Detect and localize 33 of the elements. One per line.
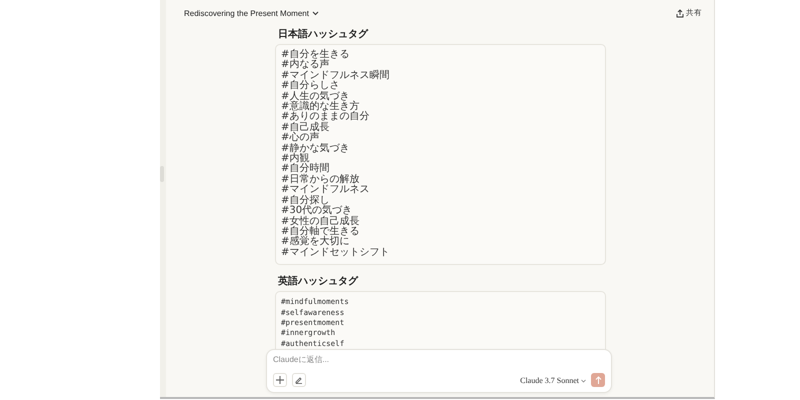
chevron-down-icon bbox=[312, 10, 319, 16]
hashtag-line: #静かな気づき bbox=[281, 144, 350, 154]
model-selector[interactable]: Claude 3.7 Sonnet bbox=[520, 376, 586, 384]
hashtag-line: #人生の気づき bbox=[281, 92, 350, 102]
hashtag-line: #日常からの解放 bbox=[281, 174, 360, 185]
pen-button[interactable] bbox=[292, 373, 306, 387]
hashtag-line: #自分を生きる bbox=[281, 50, 350, 60]
hashtag-line: #マインドフルネス瞬間 bbox=[281, 70, 390, 81]
add-button[interactable] bbox=[273, 373, 287, 387]
pen-icon bbox=[295, 376, 303, 384]
hashtag-line: #自己成長 bbox=[281, 122, 330, 133]
hashtag-line: #心の声 bbox=[281, 133, 320, 144]
message-input[interactable]: Claudeに返信... bbox=[273, 355, 605, 364]
hashtag-line: #感覚を大切に bbox=[281, 237, 350, 248]
hashtag-line: #自分軸で生きる bbox=[281, 226, 360, 237]
hashtag-line: #意識的な生き方 bbox=[281, 102, 360, 112]
hashtag-line: #マインドフルネス bbox=[281, 185, 370, 196]
hashtag-line: #内観 bbox=[281, 154, 310, 164]
hashtag-line: #マインドセットシフト bbox=[281, 248, 390, 258]
section-heading: 英語ハッシュタグ bbox=[277, 274, 360, 290]
arrow-up-icon bbox=[594, 376, 602, 384]
chevron-down-icon bbox=[581, 378, 586, 382]
hashtag-line: #自分らしさ bbox=[281, 81, 340, 92]
conversation-title[interactable]: Rediscovering the Present Moment bbox=[184, 8, 309, 18]
section-heading: 日本語ハッシュタグ bbox=[277, 28, 370, 42]
hashtag-line: #自分探し bbox=[281, 196, 330, 206]
hashtag-line: #30代の気づき bbox=[281, 206, 352, 216]
hashtag-line: #ありのままの自分 bbox=[281, 112, 370, 122]
hashtag-line: #自分時間 bbox=[281, 164, 330, 174]
share-icon bbox=[676, 8, 684, 18]
hashtag-line: #内なる声 bbox=[281, 60, 330, 70]
plus-icon bbox=[276, 376, 284, 384]
hashtag-line: #女性の自己成長 bbox=[281, 216, 360, 226]
